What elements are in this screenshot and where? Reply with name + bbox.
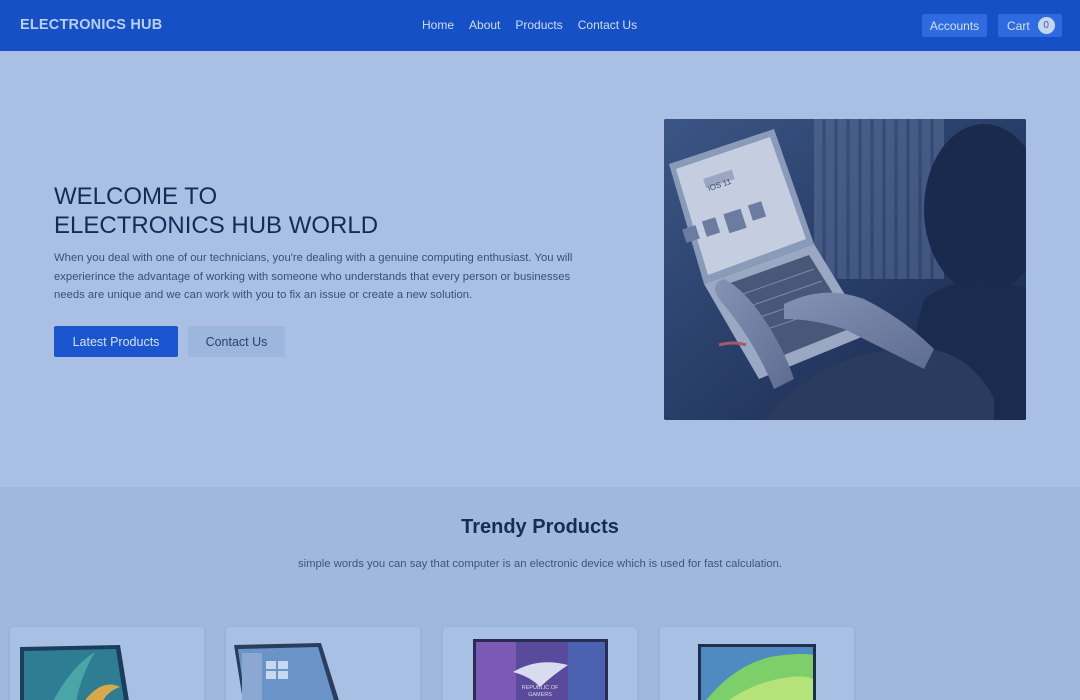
trendy-subtitle: simple words you can say that computer i… — [297, 558, 783, 570]
nav-link-about[interactable]: About — [469, 18, 500, 32]
brand-logo[interactable]: ELECTRONICS HUB — [20, 17, 162, 33]
rog-text-line2: GAMERS — [528, 692, 552, 698]
product-image-gaming-laptop: REPUBLIC OF GAMERS — [473, 639, 608, 700]
cart-count-badge: 0 — [1037, 17, 1055, 34]
trendy-products-section: Trendy Products simple words you can say… — [0, 487, 1080, 700]
hero-section: WELCOME TO ELECTRONICS HUB WORLD When yo… — [0, 51, 1080, 487]
trendy-title: Trendy Products — [461, 516, 619, 538]
cart-button[interactable]: Cart 0 — [998, 14, 1062, 37]
hero-laptop-image: iOS 11 — [664, 119, 1026, 420]
latest-products-button[interactable]: Latest Products — [54, 326, 178, 357]
nav-link-contact[interactable]: Contact Us — [578, 18, 637, 32]
product-card[interactable] — [226, 627, 420, 700]
product-image-tropical-laptop — [20, 645, 129, 700]
product-card[interactable] — [660, 627, 854, 700]
rog-text-line1: REPUBLIC OF — [522, 685, 559, 691]
cart-label: Cart — [1007, 18, 1030, 33]
product-card[interactable]: REPUBLIC OF GAMERS — [443, 627, 637, 700]
product-card[interactable] — [10, 627, 204, 700]
accounts-button[interactable]: Accounts — [922, 14, 987, 37]
navbar: ELECTRONICS HUB Home About Products Cont… — [0, 0, 1080, 51]
hero-title-line2: ELECTRONICS HUB WORLD — [54, 212, 379, 239]
product-image-green-laptop — [698, 644, 816, 700]
hero-description: When you deal with one of our technician… — [54, 252, 573, 301]
hero-title: WELCOME TO ELECTRONICS HUB WORLD — [54, 182, 474, 240]
nav-link-home[interactable]: Home — [422, 18, 454, 32]
contact-us-button[interactable]: Contact Us — [188, 326, 285, 357]
nav-links: Home About Products Contact Us — [422, 18, 637, 32]
hero-title-line1: WELCOME TO — [54, 183, 218, 210]
nav-link-products[interactable]: Products — [515, 18, 562, 32]
product-image-windows-laptop — [234, 643, 339, 700]
